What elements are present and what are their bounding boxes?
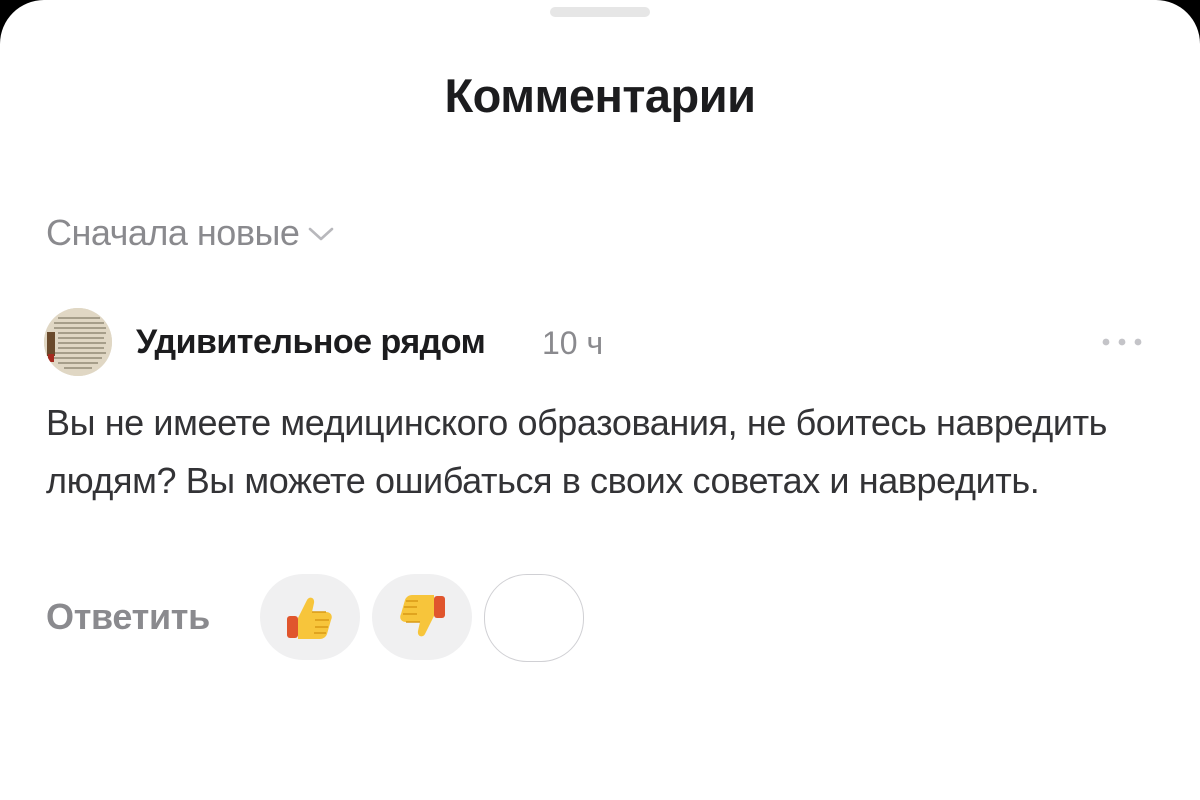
sort-dropdown[interactable]: Сначала новые [46,212,335,254]
author-avatar[interactable] [44,308,112,376]
comment-time: 10 ч [542,325,604,361]
like-button[interactable] [260,574,360,660]
thumbs-up-icon [287,597,332,639]
comment-header: Удивительное рядом 10 ч [44,308,1154,378]
sheet-grabber-handle[interactable] [550,7,650,17]
comment-actions: Ответить [46,572,646,662]
more-options-icon[interactable] [1098,330,1146,354]
chevron-down-icon [309,227,334,241]
add-reaction-button[interactable] [484,574,584,662]
avatar-image [44,308,112,376]
author-name[interactable]: Удивительное рядом [136,323,486,362]
thumbs-down-icon [400,595,445,637]
dislike-button[interactable] [372,574,472,660]
sheet-title: Комментарии [444,69,757,122]
reply-button[interactable]: Ответить [46,596,210,638]
sort-label: Сначала новые [46,212,300,253]
comment-text: Вы не имеете медицинского образования, н… [46,402,1108,501]
comments-sheet: Комментарии Сначала новые Удивительное р… [0,0,1200,800]
